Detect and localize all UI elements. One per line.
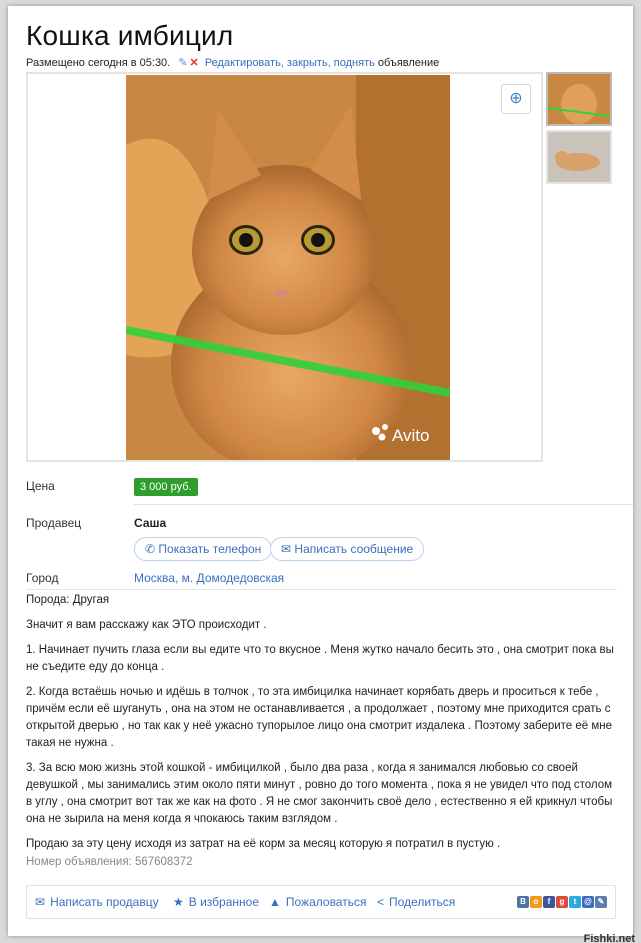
thumbnail-2[interactable]: [546, 130, 612, 184]
odnoklassniki-icon[interactable]: o: [530, 896, 542, 908]
phone-icon: ✆: [145, 542, 156, 556]
seller-name: Саша: [134, 516, 167, 530]
ad-actions-bar: ✉ Написать продавцу ★ В избранное ▲ Пожалов…: [26, 885, 616, 919]
description-paragraph: Продаю за эту цену исходя из затрат на е…: [26, 838, 501, 850]
zoom-icon[interactable]: ⊕: [501, 84, 531, 114]
description-paragraph: Значит я вам расскажу как ЭТО происходит…: [26, 619, 267, 631]
price-label: Цена: [26, 479, 55, 493]
avito-watermark: Avito: [392, 426, 430, 445]
city-label: Город: [26, 571, 59, 585]
twitter-icon[interactable]: t: [569, 896, 581, 908]
favorite-label: В избранное: [188, 895, 259, 909]
ad-meta: Размещено сегодня в 05:30. ✎ ✕ Редактиров…: [26, 56, 439, 69]
warning-icon: ▲: [269, 895, 281, 909]
close-icon[interactable]: ✕: [190, 57, 199, 69]
share-link[interactable]: < Поделиться: [377, 895, 455, 909]
divider: [26, 589, 617, 590]
description-paragraph: 3. За всю мою жизнь этой кошкой - имбици…: [26, 762, 613, 825]
vk-icon[interactable]: B: [517, 896, 529, 908]
social-icons: Bo f g t @ ✎: [516, 896, 607, 910]
city-link[interactable]: Москва, м. Домодедовская: [134, 571, 284, 585]
write-seller-label: Написать продавцу: [50, 895, 159, 909]
facebook-icon[interactable]: f: [543, 896, 555, 908]
ad-page-frame: Кошка имбицил Размещено сегодня в 05:30.…: [8, 6, 633, 936]
show-phone-label: Показать телефон: [158, 542, 262, 556]
description-paragraph: Порода: Другая: [26, 594, 110, 606]
posted-date: Размещено сегодня в 05:30.: [26, 57, 171, 69]
pencil-icon[interactable]: ✎: [178, 57, 187, 69]
mail-icon[interactable]: @: [582, 896, 594, 908]
ad-description: Порода: Другая Значит я вам расскажу как…: [26, 592, 616, 861]
description-paragraph: 1. Начинает пучить глаза если вы едите ч…: [26, 644, 614, 673]
thumbnail-1[interactable]: [546, 72, 612, 126]
cat-photo: Avito: [126, 75, 450, 460]
ad-title: Кошка имбицил: [26, 20, 234, 51]
seller-label: Продавец: [26, 516, 82, 530]
livejournal-icon[interactable]: ✎: [595, 896, 607, 908]
complain-label: Пожаловаться: [285, 895, 367, 909]
share-icon: <: [377, 895, 385, 909]
star-icon: ★: [173, 895, 184, 909]
description-paragraph: 2. Когда встаёшь ночью и идёшь в толчок …: [26, 686, 613, 749]
site-watermark: Fishki.net: [583, 933, 635, 943]
ad-page: Кошка имбицил Размещено сегодня в 05:30.…: [8, 6, 633, 936]
share-label: Поделиться: [389, 895, 456, 909]
complain-link[interactable]: ▲ Пожаловаться: [269, 895, 366, 909]
write-message-label: Написать сообщение: [294, 542, 414, 556]
divider: [134, 504, 633, 505]
show-phone-button[interactable]: ✆ Показать телефон: [134, 537, 273, 561]
write-message-button[interactable]: ✉ Написать сообщение: [270, 537, 425, 561]
envelope-icon: ✉: [281, 542, 292, 556]
meta-suffix: объявление: [377, 57, 440, 69]
photo-gallery[interactable]: Avito ⊕: [26, 72, 543, 462]
thumbnail-strip: [546, 72, 616, 188]
write-seller-link[interactable]: ✉ Написать продавцу: [35, 895, 159, 909]
google-plus-icon[interactable]: g: [556, 896, 568, 908]
ad-number: Номер объявления: 567608372: [26, 856, 193, 868]
envelope-icon: ✉: [35, 895, 46, 909]
add-favorite-link[interactable]: ★ В избранное: [173, 895, 259, 909]
edit-close-raise-link[interactable]: Редактировать, закрыть, поднять: [205, 57, 375, 69]
price-value: 3 000 руб.: [134, 478, 198, 496]
